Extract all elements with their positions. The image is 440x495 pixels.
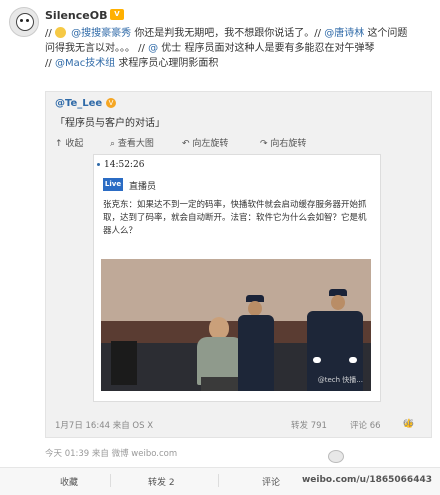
original-author-link[interactable]: @Te_Lee <box>55 98 102 109</box>
original-repost-count[interactable]: 转发 791 <box>291 419 327 431</box>
rotate-left-button[interactable]: ↶ 向左旋转 <box>182 136 228 149</box>
text-prefix: // <box>45 28 52 39</box>
avatar[interactable] <box>9 7 39 37</box>
collapse-button[interactable]: ↑ 收起 <box>55 136 83 149</box>
original-comment-count[interactable]: 评论 66 <box>350 419 381 431</box>
defendant-legs <box>201 377 239 391</box>
avatar-eye <box>26 19 29 22</box>
action-bar: 收藏 转发 2 评论 weibo.com/u/1865066443 <box>0 467 440 495</box>
rotate-right-button[interactable]: ↷ 向右旋转 <box>260 136 306 149</box>
live-time: 14:52:26 <box>104 160 145 170</box>
guard-body <box>238 315 274 391</box>
post-text: 求程序员心理阴影面积 <box>118 58 219 69</box>
post-text: 优士 <box>161 43 182 54</box>
live-label: 直播员 <box>129 182 157 192</box>
guard-head <box>248 301 262 316</box>
avatar-face <box>16 13 34 31</box>
repost-button[interactable]: 转发 2 <box>148 475 175 488</box>
collect-button[interactable]: 收藏 <box>60 475 78 488</box>
member-badge-icon: V <box>110 9 124 20</box>
view-large-label: 查看大图 <box>117 139 154 149</box>
mention-link[interactable]: @Mac技术组 <box>55 58 115 69</box>
divider <box>218 474 219 487</box>
post-text: 你还是判我无期吧，我不想跟你说话了。// <box>134 28 322 39</box>
photo-chair <box>111 341 137 385</box>
original-text: 「程序员与客户的对话」 <box>55 118 165 129</box>
avatar-eye <box>20 19 23 22</box>
like-count: 66 <box>403 419 414 429</box>
mention-link[interactable]: @唐诗林 <box>324 28 364 39</box>
live-transcript: 张克东：如果达不到一定的码率，快播软件就会启动缓存服务器开始抓取，达到了码率，就… <box>103 200 367 236</box>
collapse-label: 收起 <box>65 139 84 149</box>
reposted-original: @Te_Lee V 「程序员与客户的对话」 ↑ 收起 ⌕ 查看大图 ↶ 向左旋转… <box>45 91 432 438</box>
mention-link[interactable]: @搜搜豪豪秀 <box>71 28 131 39</box>
weibo-post: SilenceOB V // @搜搜豪豪秀 你还是判我无期吧，我不想跟你说话了。… <box>0 0 440 495</box>
image-watermark: @tech 快播... <box>317 376 363 384</box>
weibo-logo-icon <box>328 450 344 463</box>
attached-image[interactable]: 14:52:26 Live 直播员 张克东：如果达不到一定的码率，快播软件就会启… <box>93 154 381 402</box>
original-timestamp[interactable]: 1月7日 16:44 来自 OS X <box>55 419 153 431</box>
view-large-button[interactable]: ⌕ 查看大图 <box>110 136 154 149</box>
post-text: 问得我无言以对。。。 // <box>45 43 145 54</box>
comment-button[interactable]: 评论 <box>262 475 280 488</box>
live-icon: Live <box>103 178 123 191</box>
post-username[interactable]: SilenceOB <box>45 9 107 22</box>
rotate-left-label: 向左旋转 <box>192 139 229 149</box>
post-content: // @搜搜豪豪秀 你还是判我无期吧，我不想跟你说话了。// @唐诗林 这个问题… <box>45 26 430 71</box>
rotate-right-label: 向右旋转 <box>270 139 307 149</box>
timeline-dot-icon <box>97 163 100 166</box>
brand-watermark: weibo.com/u/1865066443 <box>301 475 432 485</box>
guard-glove <box>349 357 357 363</box>
guard-glove <box>313 357 321 363</box>
post-text: 这个问题 <box>367 28 408 39</box>
emoji-icon <box>54 27 66 38</box>
courtroom-photo: @tech 快播... <box>101 259 371 391</box>
text-prefix: // <box>45 58 52 69</box>
mention-link[interactable]: @ <box>148 43 158 54</box>
divider <box>110 474 111 487</box>
guard-head <box>331 295 345 310</box>
post-text: 程序员面对这种人是要有多能忍在对午弹琴 <box>184 43 375 54</box>
post-meta: 今天 01:39 来自 微博 weibo.com <box>45 449 178 459</box>
image-toolbar: ↑ 收起 ⌕ 查看大图 ↶ 向左旋转 ↷ 向右旋转 <box>55 134 415 152</box>
defendant-head <box>209 317 229 339</box>
verified-icon: V <box>106 98 116 108</box>
